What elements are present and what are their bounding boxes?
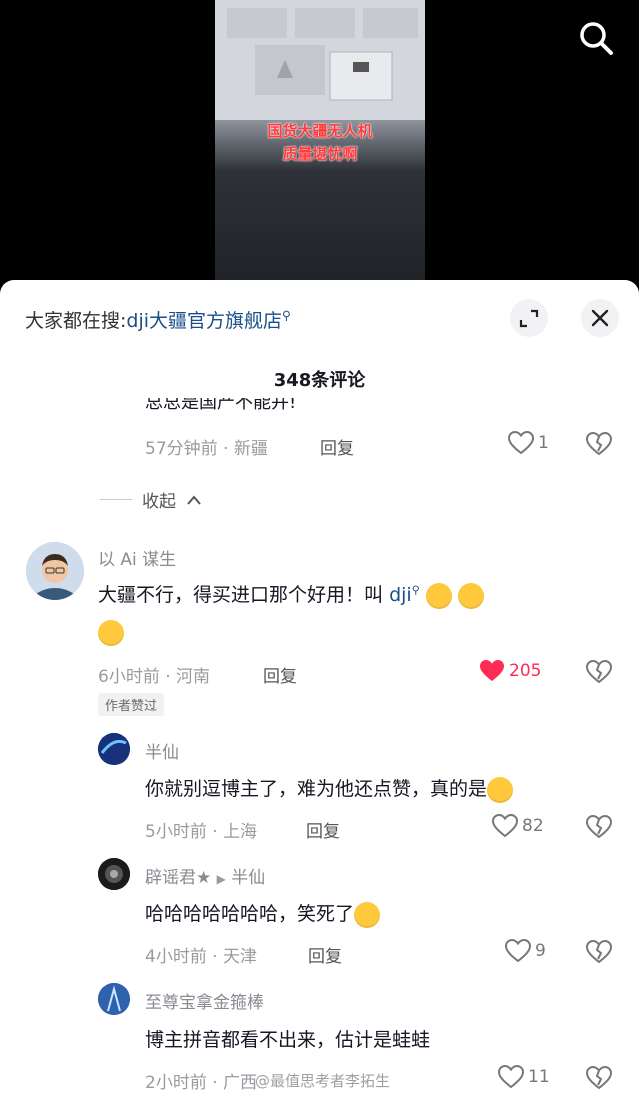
avatar-image [98,733,130,765]
comment-body: 哈哈哈哈哈哈哈，笑死了 [145,903,355,925]
reply-arrow-icon: ▶ [216,872,226,886]
comment-sheet: 大家都在搜:dji大疆官方旗舰店⚲ 348条评论 总总是国产不能并! 57分钟前… [0,280,639,1099]
small-search-icon: ⚲ [282,308,291,323]
like-count: 82 [522,816,544,836]
partial-comment-text: 总总是国产不能并! [145,398,297,412]
broken-heart-icon [586,432,612,456]
dislike-button[interactable] [586,815,612,841]
comment-count: 348条评论 [273,370,366,391]
comment-meta: 6小时前 · 河南 [98,667,211,687]
heart-icon [479,659,505,683]
tears-of-joy-emoji [487,776,514,803]
comment-body: 大疆不行，得买进口那个好用！叫 [98,584,384,606]
comment-username[interactable]: 至尊宝拿金箍棒 [145,988,264,1013]
reply-button[interactable]: 回复 [263,662,297,687]
expand-button[interactable] [510,299,548,337]
hot-search-link[interactable]: dji大疆官方旗舰店 [126,310,282,332]
comment-meta: 2小时前 · 广西 [145,1073,258,1093]
avatar[interactable] [98,733,130,765]
video-overlay-line2: 质量堪忧啊 [282,145,358,163]
like-button[interactable]: 11 [498,1065,550,1089]
collapse-label: 收起 [142,492,176,512]
video-thumbnail[interactable]: 国货大疆无人机 质量堪忧啊 [215,0,425,285]
broken-heart-icon [586,1066,612,1090]
like-button[interactable]: 205 [479,659,541,683]
comment-body: 你就别逗博主了，难为他还点赞，真的是 [145,778,488,800]
chevron-up-icon [186,494,202,506]
reply-button[interactable]: 回复 [320,434,354,459]
divider [100,499,132,500]
avatar[interactable] [98,858,130,890]
hot-search-bar[interactable]: 大家都在搜:dji大疆官方旗舰店⚲ [25,306,291,333]
comment-meta: 57分钟前 · 新疆 [145,439,268,459]
comment-text: 你就别逗博主了，难为他还点赞，真的是 [145,774,514,803]
dislike-button[interactable] [586,432,612,458]
like-button[interactable]: 1 [508,431,549,455]
comment-mention-link[interactable]: dji [389,584,412,606]
dislike-button[interactable] [586,660,612,686]
thumbnail-screen-graphic [215,0,425,120]
comment-body: 博主拼音都看不出来，估计是蛙蛙 [145,1029,431,1051]
small-search-icon: ⚲ [411,583,420,597]
close-icon [581,299,619,337]
heart-icon [498,1065,524,1089]
comment-username: 辟谣君★ ▶ 半仙 [145,863,265,888]
dizzy-face-emoji [457,582,484,609]
tears-of-joy-emoji [354,901,381,928]
broken-heart-icon [586,815,612,839]
comment-text: 博主拼音都看不出来，估计是蛙蛙 [145,1025,430,1052]
like-count: 11 [528,1067,550,1087]
video-overlay-line1: 国货大疆无人机 [267,122,373,140]
like-count: 9 [535,941,546,961]
reply-button[interactable]: 回复 [308,942,342,967]
broken-heart-icon [586,660,612,684]
thinking-face-emoji [425,582,452,609]
watermark: @最值思考者李拓生 [255,1072,391,1090]
reply-button[interactable]: 回复 [306,817,340,842]
like-button[interactable]: 9 [505,939,546,963]
reply-target[interactable]: 半仙 [231,868,265,888]
broken-heart-icon [586,940,612,964]
hot-search-prefix: 大家都在搜: [25,310,127,332]
avatar-image [98,858,130,890]
comment-username[interactable]: 以 Ai 谋生 [98,545,176,570]
author-liked-badge: 作者赞过 [98,693,165,716]
like-count: 1 [538,433,549,453]
avatar[interactable] [26,542,84,600]
avatar-image [98,983,130,1015]
avatar-image [26,542,84,600]
like-count: 205 [509,661,542,681]
tears-of-joy-emoji [98,620,124,646]
like-button[interactable]: 82 [492,814,544,838]
video-area[interactable]: 国货大疆无人机 质量堪忧啊 [0,0,639,300]
comment-text-line2 [98,620,124,646]
close-button[interactable] [581,299,619,337]
comment-username[interactable]: 半仙 [145,738,179,763]
avatar[interactable] [98,983,130,1015]
reply-author[interactable]: 辟谣君★ [145,868,211,888]
dislike-button[interactable] [586,1066,612,1092]
heart-icon [505,939,531,963]
comment-meta: 5小时前 · 上海 [145,822,258,842]
heart-icon [508,431,534,455]
dislike-button[interactable] [586,940,612,966]
comment-text: 大疆不行，得买进口那个好用！叫 dji⚲ [98,580,484,609]
comment-meta: 4小时前 · 天津 [145,947,258,967]
collapse-replies[interactable]: 收起 [100,487,202,512]
heart-icon [492,814,518,838]
search-button[interactable] [576,18,616,58]
comment-text: 哈哈哈哈哈哈哈，笑死了 [145,899,381,928]
expand-icon [510,299,548,337]
search-icon [576,18,616,58]
